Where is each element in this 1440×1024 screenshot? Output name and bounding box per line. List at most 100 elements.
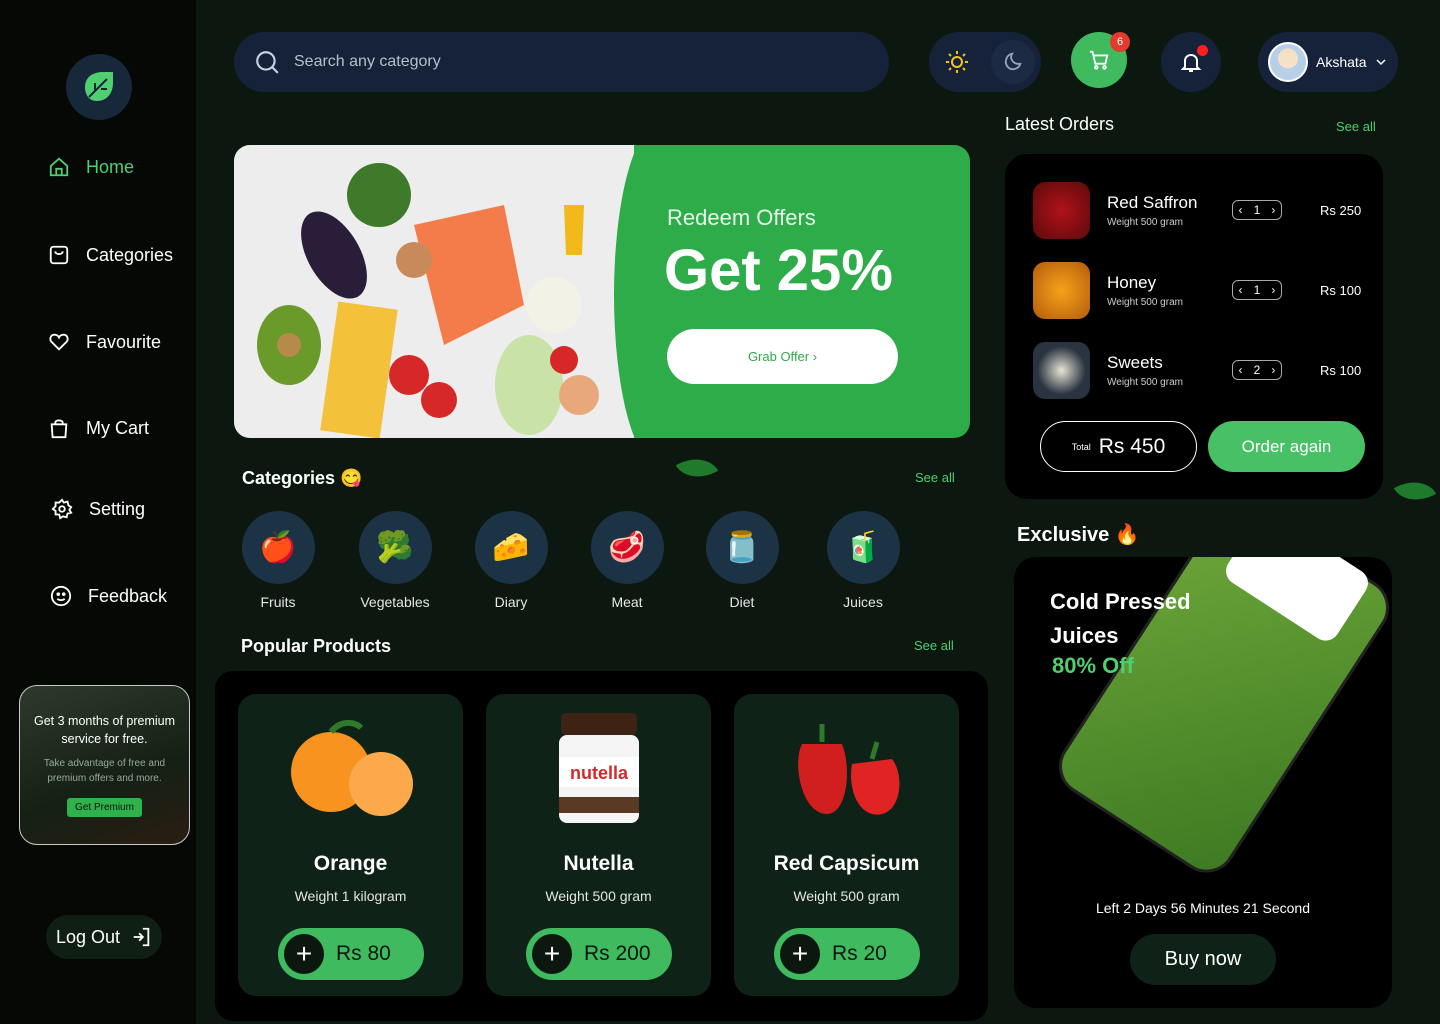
premium-promo-card: Get 3 months of premium service for free… [19,685,190,845]
sweets-image [1033,341,1090,399]
order-weight: Weight 500 gram [1107,216,1183,228]
logout-button[interactable]: Log Out [46,915,162,959]
product-price: Rs 20 [832,942,887,965]
add-to-cart-button[interactable]: + Rs 200 [526,928,672,980]
heart-icon [49,333,69,351]
logout-icon [133,927,150,947]
sidebar-item-categories[interactable]: Categories [48,244,173,266]
popular-products-title: Popular Products [241,636,392,656]
sidebar-item-label: Favourite [86,331,162,352]
product-card[interactable]: Red Capsicum Weight 500 gram + Rs 20 [734,694,959,996]
category-label: Diary [494,594,528,610]
add-to-cart-button[interactable]: + Rs 80 [278,928,424,980]
category-label: Vegetables [360,594,430,610]
category-label: Juices [843,594,883,610]
smiley-icon [50,585,72,607]
app-logo[interactable] [66,54,132,120]
notification-dot [1197,45,1208,56]
plus-icon: + [532,934,572,974]
product-card[interactable]: Orange Weight 1 kilogram + Rs 80 [238,694,463,996]
order-price: Rs 100 [1320,362,1362,378]
sun-icon[interactable] [935,40,979,84]
quantity-stepper[interactable]: ‹ 1 › [1232,280,1282,300]
product-name: Nutella [563,852,634,875]
moon-icon[interactable] [991,40,1035,84]
notifications-button[interactable] [1161,32,1221,92]
groceries-image [234,145,634,438]
product-name: Red Capsicum [773,852,920,875]
profile-menu[interactable]: Akshata [1258,32,1398,92]
latest-orders-panel: Red Saffron Weight 500 gram ‹ 1 › Rs 250 H… [1005,154,1383,499]
jar-icon: 🫙 [705,511,779,584]
category-label: Fruits [260,594,296,610]
juice-icon: 🧃 [826,511,900,584]
broccoli-icon: 🥦 [358,511,432,584]
category-juices[interactable]: 🧃 Juices [808,511,918,610]
categories-icon [49,245,69,265]
quantity-stepper[interactable]: ‹ 2 › [1232,360,1282,380]
product-card[interactable]: nutella Nutella Weight 500 gram + Rs 200 [486,694,711,996]
saffron-image [1033,181,1090,239]
sidebar-item-label: Categories [86,244,174,265]
order-again-button[interactable]: Order again [1208,421,1365,472]
sidebar-item-label: Feedback [88,585,168,606]
search-input[interactable] [294,53,794,71]
cart-icon [1089,50,1109,70]
plus-icon: + [284,934,324,974]
categories-see-all-link[interactable]: See all [915,470,955,485]
add-to-cart-button[interactable]: + Rs 20 [774,928,920,980]
premium-title: Get 3 months of premium service for free… [33,714,176,746]
category-diary[interactable]: 🧀 Diary [456,511,566,610]
sidebar-item-label: Home [86,156,135,177]
theme-toggle[interactable] [929,32,1041,92]
sidebar-item-feedback[interactable]: Feedback [50,585,167,607]
capsicum-image [734,694,959,844]
quantity-stepper[interactable]: ‹ 1 › [1232,200,1282,220]
cheese-icon: 🧀 [474,511,548,584]
leaf-logo-icon [85,72,113,101]
honey-image [1033,261,1090,319]
avatar [1268,42,1308,82]
order-price: Rs 250 [1320,202,1362,218]
sidebar-item-home[interactable]: Home [48,156,134,178]
search-icon [256,51,279,74]
home-icon [49,157,69,177]
logout-label: Log Out [55,926,121,947]
shopping-bag-icon [50,419,68,439]
grab-offer-button[interactable]: Grab Offer › [667,329,898,384]
leaf-decoration [675,448,719,488]
meat-icon: 🥩 [590,511,664,584]
category-diet[interactable]: 🫙 Diet [687,511,797,610]
cart-count-badge: 6 [1110,32,1130,52]
product-price: Rs 200 [584,942,651,965]
sidebar-item-favourite[interactable]: Favourite [48,331,161,353]
product-price: Rs 80 [336,942,391,965]
banner-subtitle: Redeem Offers [667,205,816,230]
get-premium-button[interactable]: Get Premium [67,798,142,817]
product-name: Orange [313,852,388,875]
orders-see-all-link[interactable]: See all [1336,119,1376,134]
premium-subtitle: Take advantage of free and premium offer… [43,758,166,784]
offer-banner: Redeem Offers Get 25% Grab Offer › [234,145,970,438]
latest-orders-title: Latest Orders [1005,114,1115,134]
category-label: Meat [611,594,643,610]
total-value: Rs 450 [1098,434,1166,458]
category-fruits[interactable]: 🍎 Fruits [223,511,333,610]
category-label: Diet [729,594,755,610]
popular-see-all-link[interactable]: See all [914,638,954,653]
orange-image [238,694,463,844]
sidebar-item-setting[interactable]: Setting [51,498,145,520]
category-meat[interactable]: 🥩 Meat [572,511,682,610]
sidebar-item-label: Setting [89,498,146,519]
plus-icon: + [780,934,820,974]
category-vegetables[interactable]: 🥦 Vegetables [340,511,450,610]
search-bar[interactable] [234,32,889,92]
countdown-timer: Left 2 Days 56 Minutes 21 Second [1095,900,1311,916]
exclusive-discount: 80% Off [1052,653,1134,678]
buy-now-button[interactable]: Buy now [1130,934,1276,985]
nutella-image: nutella [486,694,711,844]
sidebar-item-my-cart[interactable]: My Cart [48,417,149,439]
order-name: Sweets [1107,352,1163,372]
product-weight: Weight 1 kilogram [294,888,407,904]
exclusive-product-title: Cold Pressed Juices [1050,589,1191,648]
